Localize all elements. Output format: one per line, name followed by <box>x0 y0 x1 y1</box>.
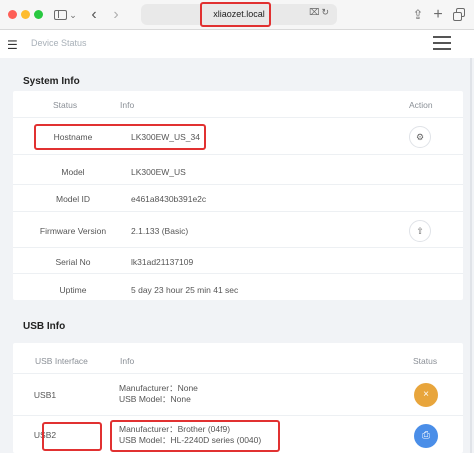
usb1-info: Manufacturer：None USB Model：None <box>119 383 198 405</box>
hamburger-menu-icon[interactable] <box>433 36 451 50</box>
model-label: Model <box>61 167 85 177</box>
firmware-version-value: 2.1.133 (Basic) <box>131 226 189 236</box>
uptime-label: Uptime <box>59 285 87 295</box>
usb2-status-button[interactable]: ⎙ <box>414 424 438 448</box>
menu-collapse-icon[interactable]: ☰ <box>7 38 18 52</box>
usb1-label: USB1 <box>33 390 57 400</box>
printer-icon: ⎙ <box>422 430 430 441</box>
usb-info-column-header: Info <box>120 356 135 366</box>
page-scrollbar[interactable] <box>470 58 472 453</box>
upload-icon: ⇧ <box>416 226 424 236</box>
sidebar-icon[interactable] <box>54 5 68 25</box>
share-icon[interactable]: ⇪ <box>411 5 425 25</box>
page-header: ☰ Device Status <box>0 31 474 58</box>
usb1-model: USB Model：None <box>119 394 191 404</box>
zoom-window-button[interactable] <box>34 10 43 19</box>
hostname-settings-button[interactable]: ⚙ <box>409 126 431 148</box>
browser-toolbar: ⌄ ‹ › xliaozet.local ⌧↻ ⇪ + <box>0 0 474 30</box>
model-id-label: Model ID <box>55 194 90 204</box>
address-bar-icons: ⌧↻ <box>309 7 331 18</box>
chevron-down-icon[interactable]: ⌄ <box>69 5 77 25</box>
system-info-card: Status Info Action Hostname LK300EW_US_3… <box>13 91 463 300</box>
usb-interface-column-header: USB Interface <box>35 356 88 366</box>
model-id-value: e461a8430b391e2c <box>131 194 207 204</box>
status-column-header: Status <box>53 100 78 110</box>
url-highlight <box>200 2 271 27</box>
serial-no-label: Serial No <box>55 257 91 267</box>
usb-info-title: USB Info <box>23 321 66 332</box>
new-tab-icon[interactable]: + <box>432 5 444 25</box>
action-column-header: Action <box>409 100 433 110</box>
minimize-window-button[interactable] <box>21 10 30 19</box>
tab-overview-icon[interactable] <box>452 5 466 25</box>
translate-icon[interactable]: ⌧ <box>309 7 321 17</box>
usb2-label-highlight <box>42 422 102 451</box>
close-window-button[interactable] <box>8 10 17 19</box>
forward-icon[interactable]: › <box>110 5 122 25</box>
info-column-header: Info <box>120 100 135 110</box>
serial-no-value: lk31ad21137109 <box>131 257 194 267</box>
page-title: Device Status <box>31 38 87 48</box>
firmware-upgrade-button[interactable]: ⇧ <box>409 220 431 242</box>
firmware-version-label: Firmware Version <box>39 226 107 236</box>
model-value: LK300EW_US <box>131 167 186 177</box>
back-icon[interactable]: ‹ <box>88 5 100 25</box>
hostname-label-highlight <box>34 124 206 150</box>
gear-icon: ⚙ <box>415 132 425 142</box>
usb1-status-button[interactable]: × <box>414 383 438 407</box>
usb-status-column-header: Status <box>413 356 438 366</box>
reload-icon[interactable]: ↻ <box>321 7 331 17</box>
close-icon: × <box>423 389 429 400</box>
main-content: System Info Status Info Action Hostname … <box>0 58 474 453</box>
system-info-title: System Info <box>23 76 80 87</box>
usb1-manufacturer: Manufacturer：None <box>119 383 198 393</box>
uptime-value: 5 day 23 hour 25 min 41 sec <box>131 285 239 295</box>
usb2-info-highlight <box>110 420 280 452</box>
